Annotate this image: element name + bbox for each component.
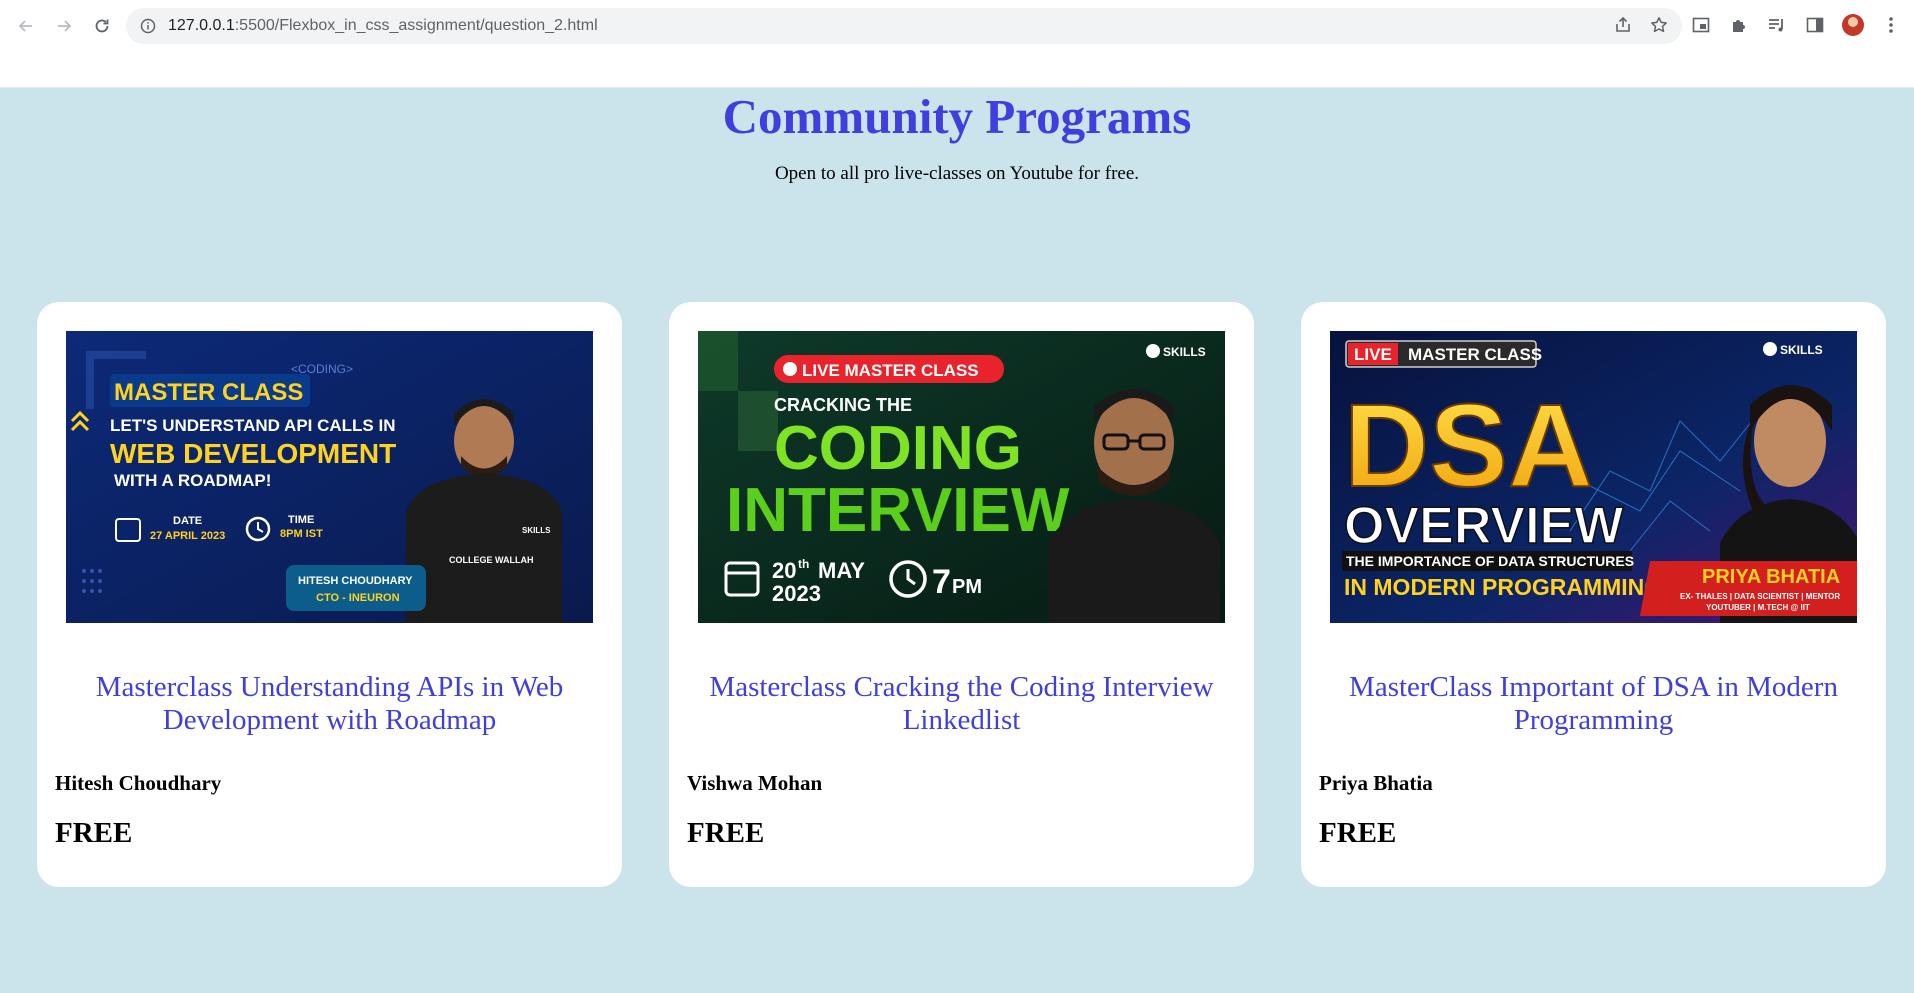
thumb-line2: CODING bbox=[774, 414, 1022, 483]
side-panel-icon[interactable] bbox=[1804, 14, 1826, 36]
url-path: :5500/Flexbox_in_css_assignment/question… bbox=[234, 17, 598, 34]
thumb-date-year: 2023 bbox=[772, 581, 821, 606]
avatar bbox=[1842, 14, 1864, 36]
back-icon[interactable] bbox=[14, 14, 38, 38]
thumb-date-month: MAY bbox=[818, 558, 865, 583]
page-subtitle: Open to all pro live-classes on Youtube … bbox=[774, 163, 1140, 184]
price-label: FREE bbox=[687, 817, 765, 849]
thumbnail-dsa-overview[interactable]: LIVE MASTER CLASS SKILLS DSA OVERVIEW TH… bbox=[1330, 331, 1857, 623]
instructor-name: Priya Bhatia bbox=[1319, 771, 1433, 795]
program-card[interactable]: <CODING> MASTER CLASS LET'S UNDERSTAND A… bbox=[37, 302, 622, 887]
reading-list-icon[interactable] bbox=[1766, 14, 1788, 36]
thumb-line1: DSA bbox=[1344, 380, 1593, 512]
forward-icon[interactable] bbox=[52, 14, 76, 38]
thumb-line1: LET'S UNDERSTAND API CALLS IN bbox=[110, 416, 396, 435]
thumb-line2: OVERVIEW bbox=[1344, 497, 1624, 555]
thumb-badge: LIVE MASTER CLASS bbox=[802, 361, 979, 380]
address-bar[interactable]: 127.0.0.1:5500/Flexbox_in_css_assignment… bbox=[126, 8, 1682, 44]
program-cards: <CODING> MASTER CLASS LET'S UNDERSTAND A… bbox=[37, 302, 1886, 887]
thumb-time-label: TIME bbox=[288, 514, 314, 526]
thumb-badge: MASTER CLASS bbox=[1408, 345, 1542, 364]
thumb-role2: YOUTUBER | M.TECH @ IIT bbox=[1706, 603, 1810, 612]
card-title[interactable]: Masterclass Cracking the Coding Intervie… bbox=[698, 671, 1225, 737]
page-title: Community Programs bbox=[722, 89, 1192, 144]
url-host: 127.0.0.1 bbox=[168, 17, 235, 34]
toolbar-actions bbox=[1690, 14, 1902, 36]
thumbnail-coding-interview[interactable]: LIVE MASTER CLASS SKILLS CRACKING THE CO… bbox=[698, 331, 1225, 623]
extensions-puzzle-icon[interactable] bbox=[1728, 14, 1750, 36]
thumb-line1: CRACKING THE bbox=[774, 395, 912, 415]
reload-icon[interactable] bbox=[90, 14, 114, 38]
thumb-time: 8PM IST bbox=[280, 528, 323, 540]
instructor-name: Vishwa Mohan bbox=[687, 771, 823, 795]
thumb-shirt-brand: SKILLS bbox=[522, 526, 551, 535]
card-title[interactable]: Masterclass Understanding APIs in Web De… bbox=[66, 671, 593, 737]
url-text: 127.0.0.1:5500/Flexbox_in_css_assignment… bbox=[168, 17, 598, 35]
thumb-role1: EX- THALES | DATA SCIENTIST | MENTOR bbox=[1680, 592, 1840, 601]
thumb-date: 27 APRIL 2023 bbox=[150, 530, 225, 542]
price-label: FREE bbox=[55, 817, 133, 849]
thumb-code-tag: <CODING> bbox=[291, 362, 353, 376]
thumb-date-day: 20 bbox=[772, 558, 796, 583]
site-info-icon[interactable] bbox=[138, 16, 158, 36]
instructor-name: Hitesh Choudhary bbox=[55, 771, 222, 795]
picture-in-picture-icon[interactable] bbox=[1690, 14, 1712, 36]
card-title[interactable]: MasterClass Important of DSA in Modern P… bbox=[1330, 671, 1857, 737]
menu-kebab-icon[interactable] bbox=[1880, 14, 1902, 36]
thumb-line2: WEB DEVELOPMENT bbox=[110, 438, 396, 469]
bookmark-star-icon[interactable] bbox=[1650, 16, 1668, 39]
page-body: Community Programs Open to all pro live-… bbox=[0, 88, 1914, 993]
thumb-time: 7 bbox=[932, 563, 951, 601]
price-label: FREE bbox=[1319, 817, 1397, 849]
thumb-line3: WITH A ROADMAP! bbox=[114, 471, 271, 490]
share-icon[interactable] bbox=[1614, 16, 1632, 39]
thumb-date-sup: th bbox=[798, 557, 809, 571]
thumb-name: HITESH CHOUDHARY bbox=[298, 575, 413, 587]
thumb-brand: SKILLS bbox=[1780, 343, 1823, 357]
thumb-brand: SKILLS bbox=[1163, 345, 1206, 359]
program-card[interactable]: LIVE MASTER CLASS SKILLS DSA OVERVIEW TH… bbox=[1301, 302, 1886, 887]
profile-avatar[interactable] bbox=[1842, 14, 1864, 36]
thumb-line3: THE IMPORTANCE OF DATA STRUCTURES bbox=[1346, 553, 1634, 569]
thumb-role: CTO - INEURON bbox=[316, 592, 400, 604]
thumb-live: LIVE bbox=[1354, 345, 1392, 364]
thumb-badge: MASTER CLASS bbox=[114, 379, 303, 406]
thumb-line4: IN MODERN PROGRAMMING bbox=[1344, 574, 1662, 600]
thumb-date-label: DATE bbox=[173, 515, 202, 527]
browser-toolbar: 127.0.0.1:5500/Flexbox_in_css_assignment… bbox=[0, 0, 1914, 88]
thumb-shirt-text: COLLEGE WALLAH bbox=[449, 555, 534, 565]
program-card[interactable]: LIVE MASTER CLASS SKILLS CRACKING THE CO… bbox=[669, 302, 1254, 887]
nav-buttons bbox=[14, 14, 114, 38]
thumb-time-suffix: PM bbox=[952, 576, 982, 598]
thumb-name: PRIYA BHATIA bbox=[1702, 566, 1840, 588]
thumb-line3: INTERVIEW bbox=[726, 476, 1070, 545]
thumbnail-api-masterclass[interactable]: <CODING> MASTER CLASS LET'S UNDERSTAND A… bbox=[66, 331, 593, 623]
